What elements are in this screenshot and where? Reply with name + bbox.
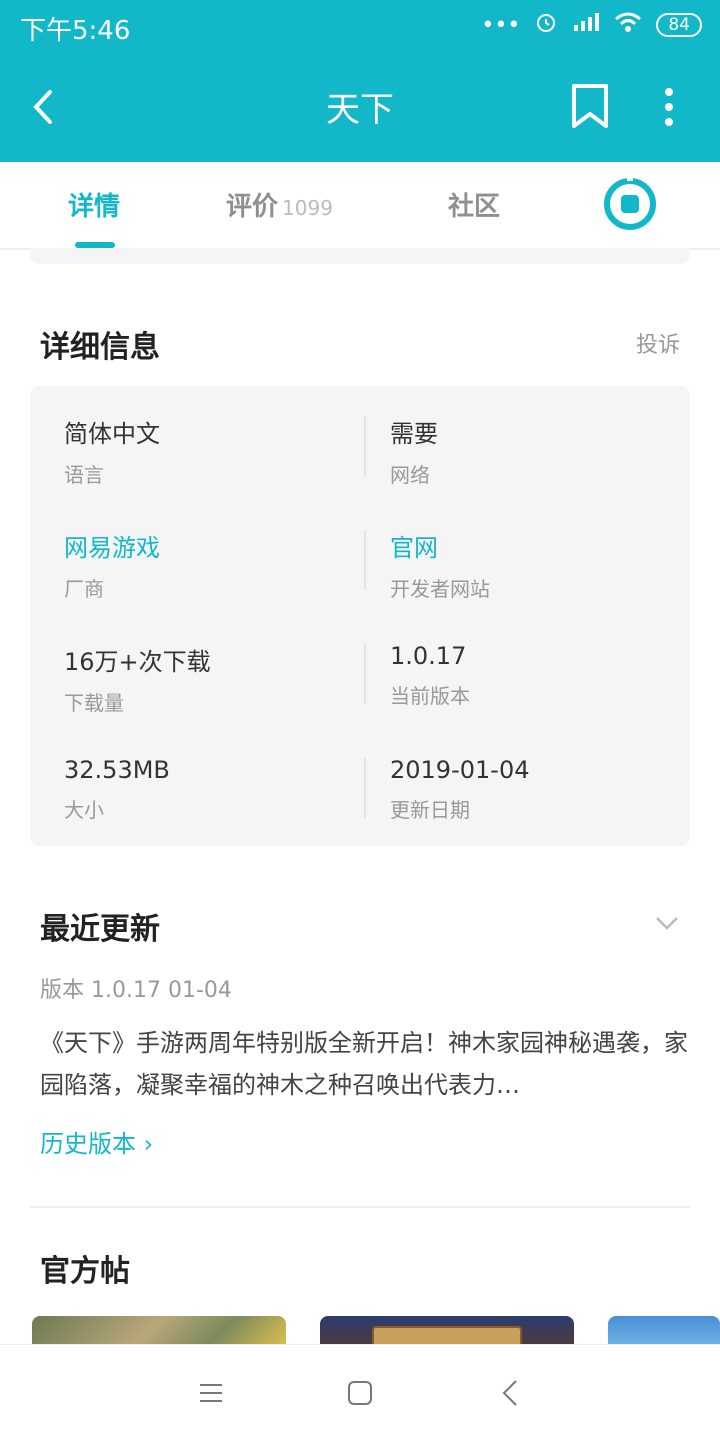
info-downloads: 16万+次下载 下载量: [64, 642, 211, 716]
system-nav-bar: [0, 1344, 720, 1440]
info-website[interactable]: 官网 开发者网站: [390, 528, 490, 602]
info-label: 网络: [390, 463, 430, 487]
update-notes: 《天下》手游两周年特别版全新开启！神木家园神秘遇袭，家园陷落，凝聚幸福的神木之种…: [40, 1029, 688, 1099]
info-label: 开发者网站: [390, 577, 490, 601]
column-divider: [364, 530, 366, 590]
battery-indicator: 84: [656, 13, 702, 37]
info-label: 下载量: [64, 691, 124, 715]
more-options-button[interactable]: [654, 82, 684, 132]
previous-card-bottom: [30, 248, 690, 264]
home-square-icon: [348, 1381, 372, 1405]
bookmark-icon: [572, 84, 608, 128]
alarm-icon: [534, 10, 558, 40]
tab-details-label: 详情: [68, 192, 121, 222]
info-size: 32.53MB 大小: [64, 756, 170, 823]
details-title: 详细信息: [40, 330, 160, 365]
info-value: 16万+次下载: [64, 648, 211, 676]
info-value: 2019-01-04: [390, 756, 530, 784]
info-label: 语言: [64, 463, 104, 487]
bookmark-button[interactable]: [570, 82, 610, 132]
info-label: 厂商: [64, 577, 104, 601]
info-language: 简体中文 语言: [64, 414, 160, 488]
info-value: 简体中文: [64, 420, 160, 448]
section-divider: [30, 1206, 690, 1208]
info-card: 简体中文 语言 需要 网络 网易游戏 厂商 官网 开发者网站 16万+次下载 下…: [30, 386, 690, 846]
info-update-date: 2019-01-04 更新日期: [390, 756, 529, 823]
info-vendor[interactable]: 网易游戏 厂商: [64, 528, 160, 602]
system-back-button[interactable]: [494, 1375, 530, 1411]
expand-button[interactable]: [654, 910, 680, 936]
menu-icon: [200, 1384, 222, 1402]
tab-details[interactable]: 详情: [68, 186, 120, 223]
info-network: 需要 网络: [390, 414, 438, 488]
info-value: 1.0.17: [390, 642, 467, 670]
toolbar: 天下: [0, 52, 720, 162]
page-title: 天下: [326, 90, 394, 130]
tab-reviews-label: 评价: [226, 192, 279, 222]
status-icons: ••• 84: [481, 10, 702, 40]
chevron-down-icon: [656, 917, 678, 930]
info-version: 1.0.17 当前版本: [390, 642, 470, 709]
recent-update-title: 最近更新: [40, 912, 160, 947]
website-link[interactable]: 官网: [390, 528, 490, 563]
report-link[interactable]: 投诉: [636, 327, 680, 359]
more-vertical-icon: [665, 88, 673, 126]
version-line: 版本 1.0.17 01-04: [40, 978, 232, 1003]
review-count: 1099: [282, 196, 333, 220]
column-divider: [364, 758, 366, 818]
column-divider: [364, 644, 366, 704]
info-label: 大小: [64, 798, 104, 822]
info-label: 更新日期: [390, 798, 470, 822]
download-progress-button[interactable]: [604, 175, 656, 230]
info-value: 32.53MB: [64, 756, 170, 784]
more-dots-icon: •••: [481, 12, 521, 38]
signal-icon: [572, 11, 600, 39]
tab-community[interactable]: 社区: [448, 186, 500, 223]
back-chevron-icon: [502, 1380, 517, 1406]
vendor-link[interactable]: 网易游戏: [64, 528, 160, 563]
tab-bar: 详情 评价 1099 社区: [0, 162, 720, 250]
app-bar: 下午5:46 ••• 84 天下: [0, 0, 720, 162]
home-button[interactable]: [342, 1375, 378, 1411]
menu-button[interactable]: [193, 1375, 229, 1411]
status-time: 下午5:46: [20, 16, 131, 46]
status-bar: 下午5:46 ••• 84: [0, 0, 720, 52]
wifi-icon: [614, 11, 642, 39]
info-label: 当前版本: [390, 684, 470, 708]
official-posts-title: 官方帖: [40, 1254, 130, 1289]
history-versions-link[interactable]: 历史版本 ›: [40, 1124, 153, 1159]
info-value: 需要: [390, 420, 438, 448]
tab-community-label: 社区: [448, 192, 501, 222]
tab-reviews[interactable]: 评价 1099: [226, 186, 333, 223]
column-divider: [364, 416, 366, 476]
